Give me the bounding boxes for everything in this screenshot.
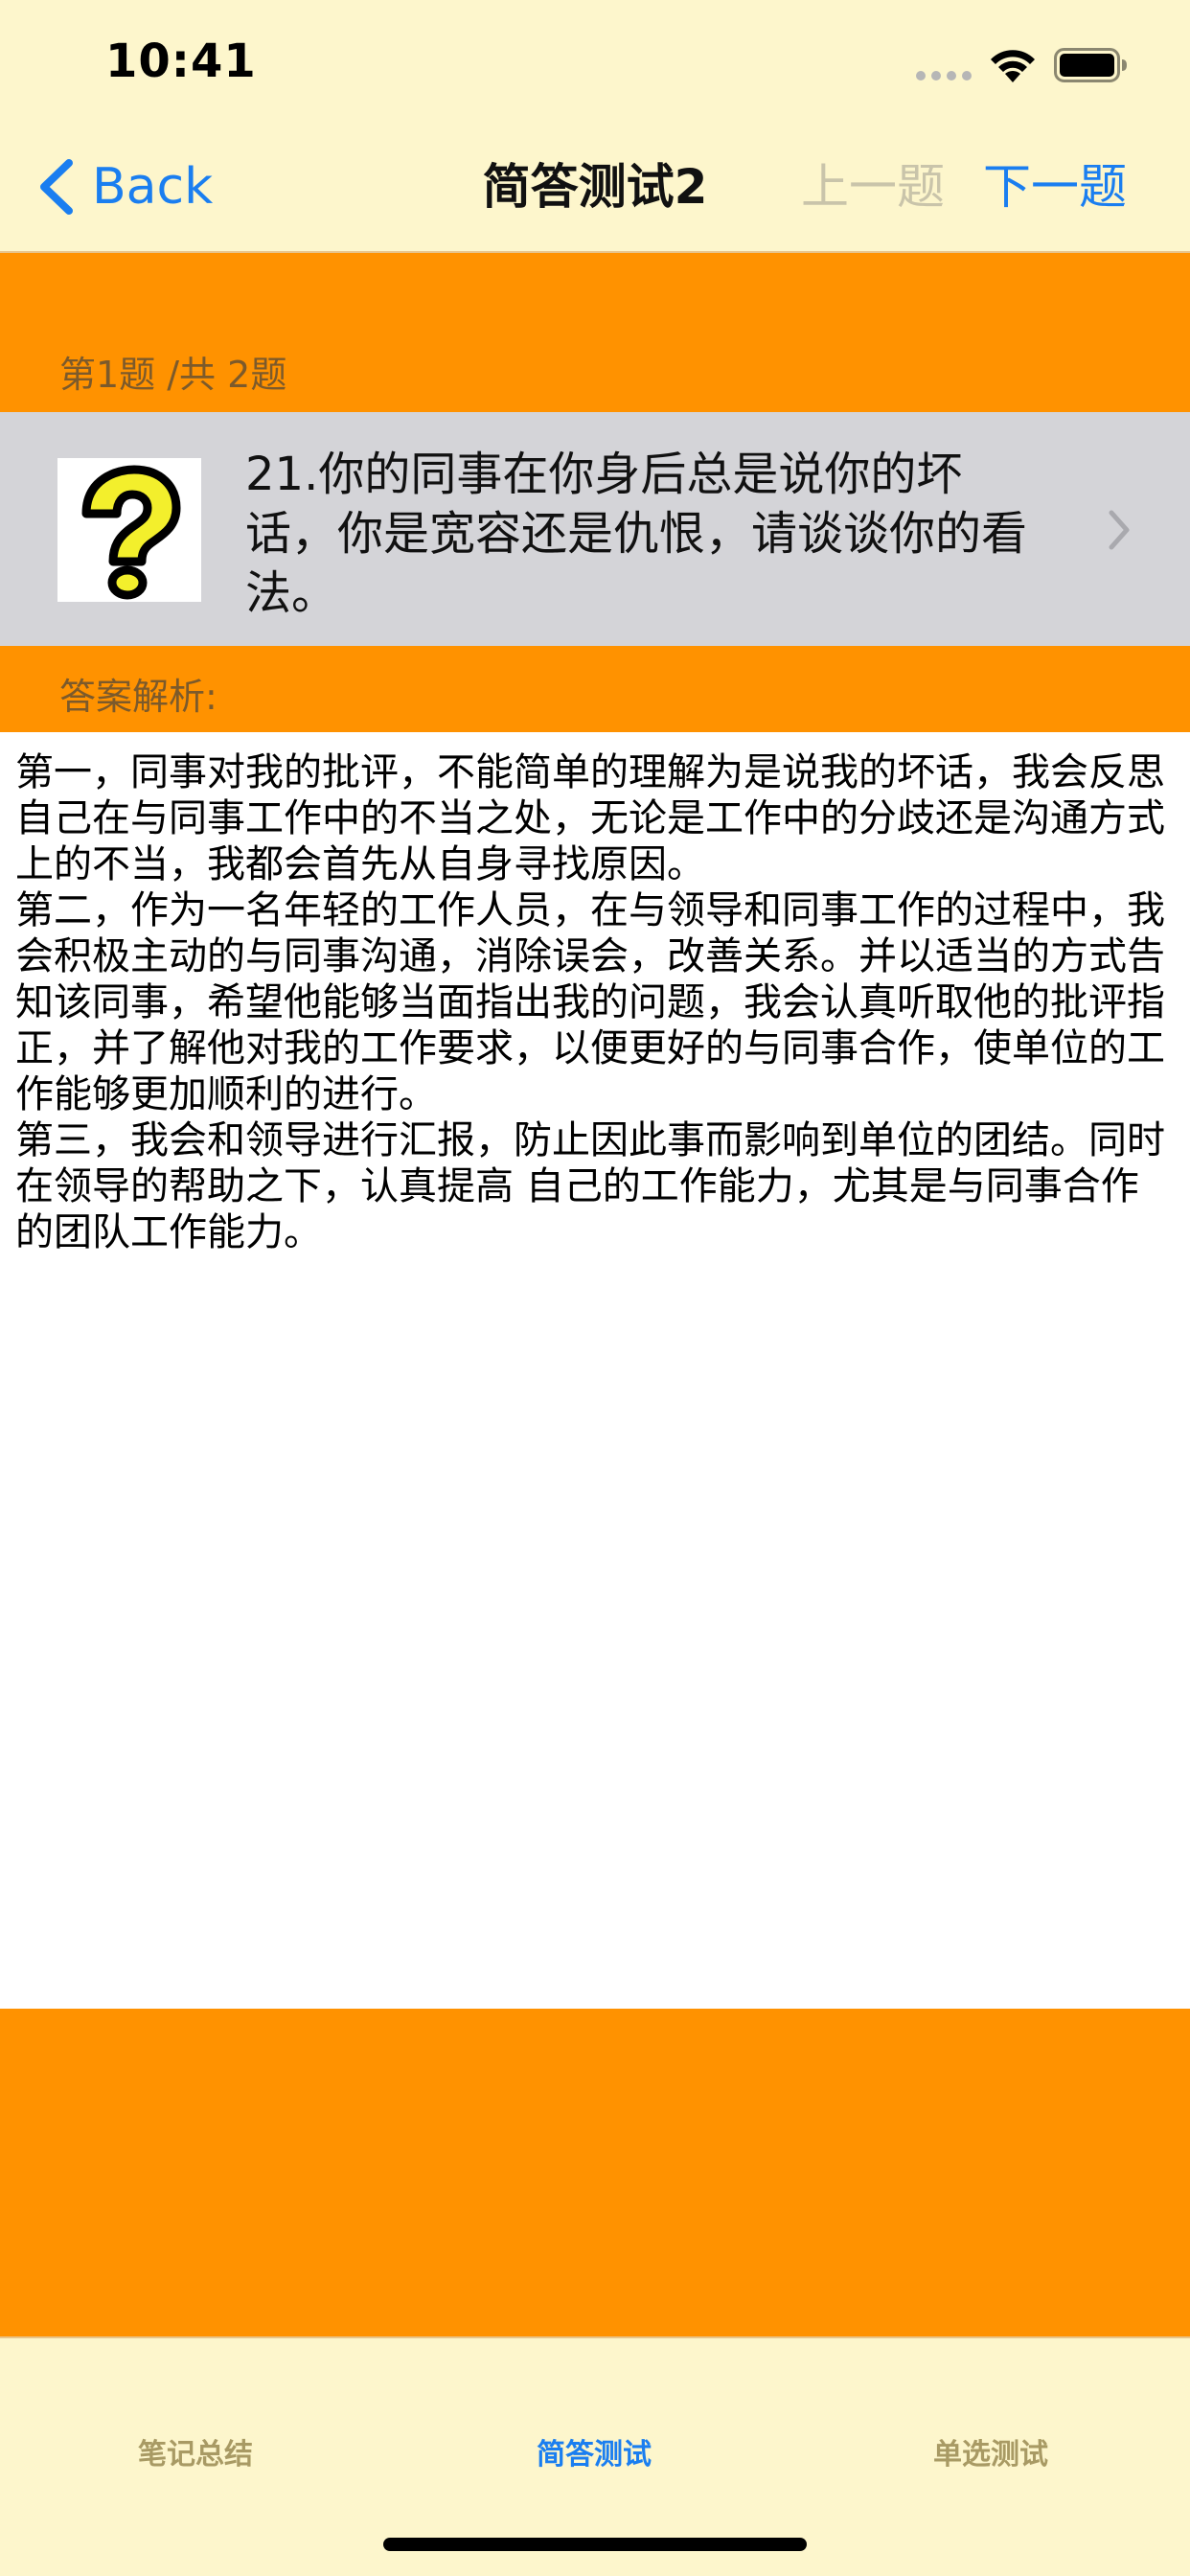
next-question-button[interactable]: 下一题 (983, 157, 1127, 217)
home-indicator (383, 2538, 807, 2551)
chevron-right-icon (1109, 510, 1130, 550)
battery-icon (1054, 48, 1127, 82)
answer-panel: 第一，同事对我的批评，不能简单的理解为是说我的坏话，我会反思自己在与同事工作中的… (0, 732, 1190, 2009)
tab-short-answer-test[interactable]: 简答测试 (479, 2430, 709, 2472)
answer-text: 第一，同事对我的批评，不能简单的理解为是说我的坏话，我会反思自己在与同事工作中的… (15, 750, 1165, 1254)
status-time: 10:41 (105, 34, 257, 88)
previous-question-button[interactable]: 上一题 (801, 157, 945, 217)
tab-single-choice-test[interactable]: 单选测试 (876, 2430, 1106, 2472)
tab-notes-summary[interactable]: 笔记总结 (80, 2430, 310, 2472)
question-mark-icon (57, 458, 201, 602)
signal-dots-icon (916, 71, 972, 80)
back-label: Back (92, 158, 214, 216)
answer-header: 答案解析: (59, 676, 217, 718)
chevron-left-icon (40, 159, 73, 215)
back-button[interactable]: Back (34, 157, 213, 217)
question-row[interactable]: 21.你的同事在你身后总是说你的坏话，你是宽容还是仇恨，请谈谈你的看法。 (0, 412, 1190, 646)
wifi-icon (991, 50, 1035, 82)
question-text: 21.你的同事在你身后总是说你的坏话，你是宽容还是仇恨，请谈谈你的看法。 (245, 448, 1028, 620)
navigation-header: 10:41 Back 简答测试2 上一题 下一题 (0, 0, 1190, 253)
question-counter: 第1题 /共 2题 (59, 354, 287, 396)
